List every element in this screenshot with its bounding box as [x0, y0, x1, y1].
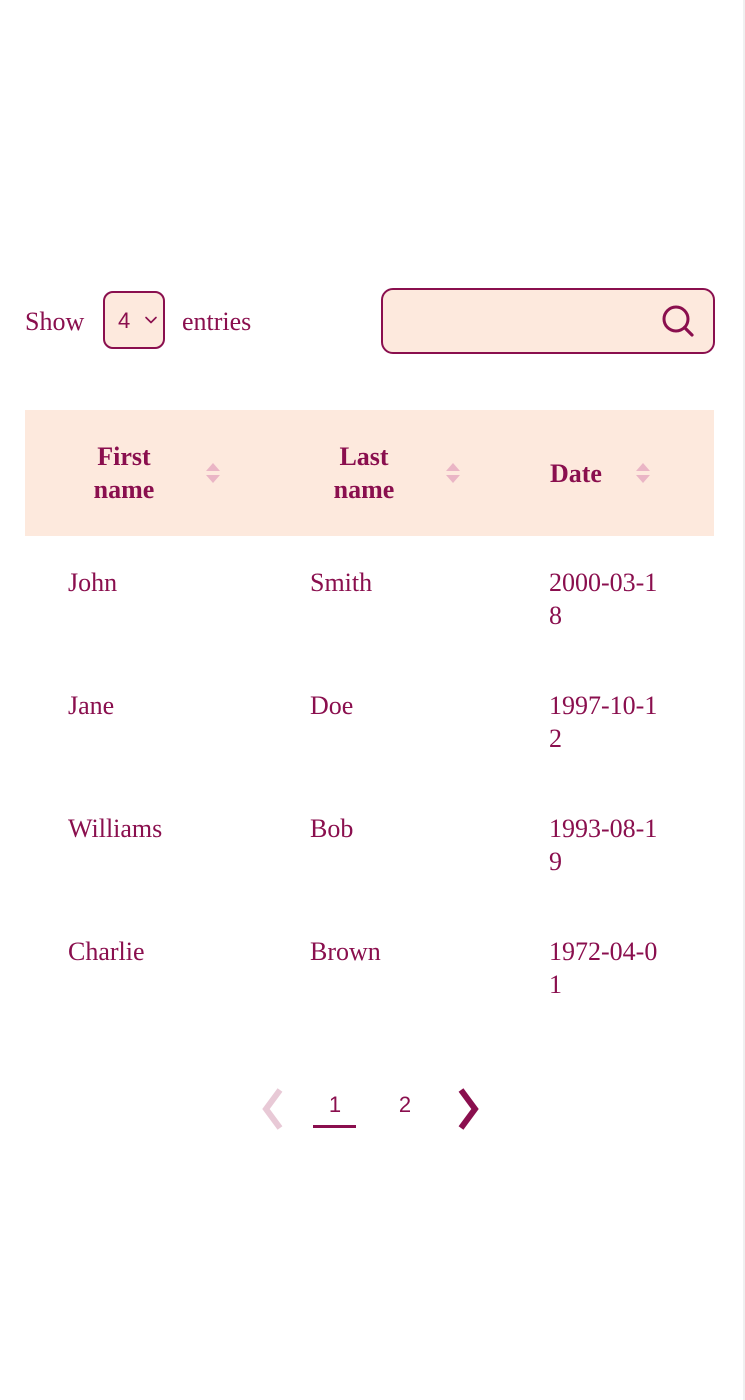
- entries-per-page-value: 4: [118, 308, 131, 333]
- sort-both-icon[interactable]: [205, 461, 221, 485]
- table-row: Charlie Brown 1972-04-01: [25, 905, 714, 1028]
- column-header-label: First name: [93, 442, 155, 504]
- search-box[interactable]: [381, 288, 715, 354]
- table-row: John Smith 2000-03-18: [25, 536, 714, 659]
- column-header-first-name[interactable]: First name: [25, 410, 265, 536]
- chevron-down-icon: [145, 316, 157, 324]
- cell-first-name: John: [68, 568, 118, 597]
- page-button-2[interactable]: 2: [383, 1092, 427, 1118]
- page-button-1[interactable]: 1: [313, 1092, 357, 1118]
- table-row: Jane Doe 1997-10-12: [25, 659, 714, 782]
- table-body: John Smith 2000-03-18 Jane Doe 1997-10-1…: [25, 536, 714, 1028]
- entries-label: entries: [182, 307, 252, 336]
- cell-last-name: Brown: [310, 937, 381, 966]
- data-table: First name Last name Date John Smith 200…: [25, 410, 714, 1028]
- table-header: First name Last name Date: [25, 410, 714, 536]
- cell-last-name: Bob: [310, 814, 354, 843]
- cell-last-name: Smith: [310, 568, 373, 597]
- cell-date: 2000-03-18: [549, 568, 658, 630]
- cell-date: 1993-08-19: [549, 814, 658, 876]
- cell-date: 1997-10-12: [549, 691, 658, 753]
- table-controls: Show 4 entries: [25, 288, 715, 354]
- column-header-label: Date: [550, 458, 602, 488]
- chevron-right-icon[interactable]: [453, 1086, 483, 1132]
- cell-first-name: Williams: [68, 814, 163, 843]
- entries-per-page-select[interactable]: 4: [103, 291, 165, 349]
- column-header-date[interactable]: Date: [505, 410, 714, 536]
- sort-both-icon[interactable]: [445, 461, 461, 485]
- cell-first-name: Charlie: [68, 937, 145, 966]
- table-row: Williams Bob 1993-08-19: [25, 782, 714, 905]
- cell-first-name: Jane: [68, 691, 115, 720]
- column-header-last-name[interactable]: Last name: [265, 410, 505, 536]
- chevron-left-icon[interactable]: [258, 1086, 288, 1132]
- sort-both-icon[interactable]: [635, 461, 651, 485]
- show-label: Show: [25, 307, 85, 336]
- search-input[interactable]: [397, 300, 651, 344]
- search-icon[interactable]: [659, 303, 697, 341]
- pagination: 1 2: [250, 1080, 490, 1140]
- cell-last-name: Doe: [310, 691, 354, 720]
- cell-date: 1972-04-01: [549, 937, 658, 999]
- column-header-label: Last name: [333, 442, 395, 504]
- current-page-indicator: [313, 1125, 356, 1128]
